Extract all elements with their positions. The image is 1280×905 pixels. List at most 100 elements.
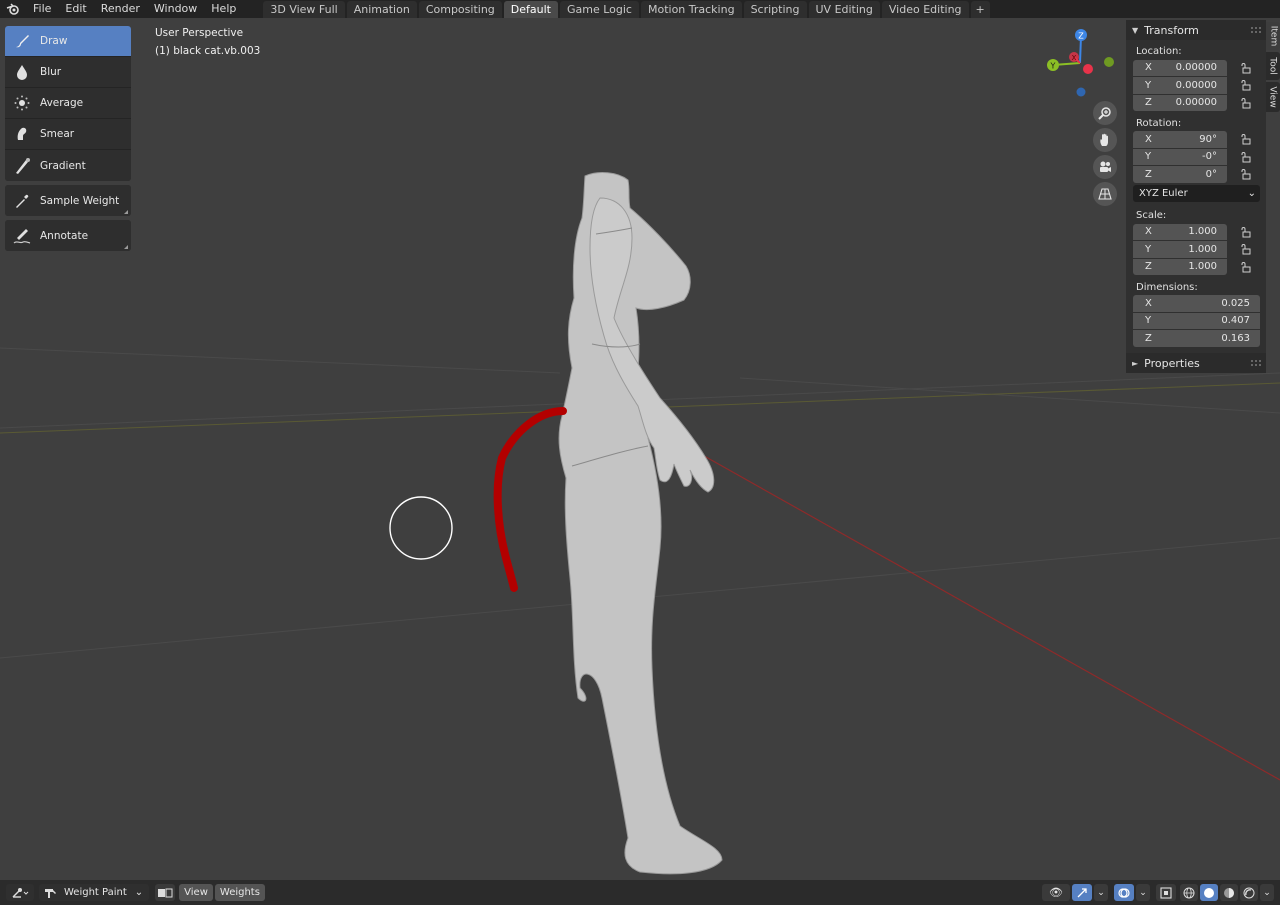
axis-label: Z bbox=[1145, 332, 1152, 344]
unlock-icon[interactable] bbox=[1239, 167, 1253, 181]
drag-grip-icon[interactable] bbox=[1251, 360, 1261, 366]
gizmo-options-dropdown[interactable]: ⌄ bbox=[1094, 884, 1108, 901]
view-menu[interactable]: View bbox=[179, 884, 213, 901]
tab-default[interactable]: Default bbox=[503, 1, 558, 18]
tool-gradient[interactable]: Gradient bbox=[5, 150, 131, 181]
scale-x-field[interactable]: X 1.000 bbox=[1133, 223, 1227, 240]
tool-annotate[interactable]: Annotate bbox=[5, 220, 131, 251]
perspective-toggle-button[interactable] bbox=[1093, 182, 1117, 206]
tab-animation[interactable]: Animation bbox=[346, 1, 417, 18]
location-z-field[interactable]: Z 0.00000 bbox=[1133, 94, 1227, 111]
field-value: 0.407 bbox=[1221, 315, 1250, 327]
dimensions-z-field[interactable]: Z 0.163 bbox=[1133, 330, 1260, 347]
xray-icon bbox=[1160, 886, 1172, 899]
tab-scripting[interactable]: Scripting bbox=[743, 1, 807, 18]
tab-game-logic[interactable]: Game Logic bbox=[559, 1, 639, 18]
mode-label: Weight Paint bbox=[64, 887, 127, 898]
xray-toggle[interactable] bbox=[1156, 884, 1176, 901]
3d-viewport[interactable]: User Perspective (1) black cat.vb.003 Dr… bbox=[0, 18, 1280, 880]
shading-rendered-button[interactable] bbox=[1240, 884, 1258, 901]
gizmo-neg-x[interactable] bbox=[1083, 64, 1093, 74]
location-x-row: X 0.00000 bbox=[1133, 59, 1266, 77]
shading-material-button[interactable] bbox=[1220, 884, 1238, 901]
tool-average[interactable]: Average bbox=[5, 88, 131, 119]
annotate-pen-icon bbox=[13, 227, 31, 245]
transform-panel-header[interactable]: ▼ Transform bbox=[1126, 20, 1266, 40]
shading-options-dropdown[interactable]: ⌄ bbox=[1260, 884, 1274, 901]
tab-item[interactable]: Item bbox=[1266, 22, 1280, 50]
menu-window[interactable]: Window bbox=[147, 0, 204, 18]
gizmo-neg-z[interactable] bbox=[1076, 87, 1086, 97]
axis-label: X bbox=[1145, 62, 1152, 74]
tab-3d-view-full[interactable]: 3D View Full bbox=[263, 1, 345, 18]
add-workspace-button[interactable]: + bbox=[970, 1, 990, 18]
scale-y-field[interactable]: Y 1.000 bbox=[1133, 241, 1227, 258]
gizmo-neg-y[interactable] bbox=[1104, 57, 1114, 67]
gizmo-toggle[interactable] bbox=[1072, 884, 1092, 901]
paint-tools-group: Draw Blur Average Smear Gradient bbox=[5, 26, 131, 181]
tab-video-editing[interactable]: Video Editing bbox=[881, 1, 969, 18]
pan-button[interactable] bbox=[1093, 128, 1117, 152]
tail-mesh[interactable] bbox=[493, 407, 567, 592]
axis-label: Y bbox=[1145, 79, 1152, 91]
mesh-figure[interactable] bbox=[558, 172, 723, 875]
unlock-icon[interactable] bbox=[1239, 150, 1253, 164]
unlock-icon[interactable] bbox=[1239, 96, 1253, 110]
tool-smear[interactable]: Smear bbox=[5, 119, 131, 150]
dimensions-x-field[interactable]: X 0.025 bbox=[1133, 295, 1260, 312]
rotation-x-field[interactable]: X 90° bbox=[1133, 131, 1227, 148]
unlock-icon[interactable] bbox=[1239, 61, 1253, 75]
face-mask-toggle[interactable] bbox=[155, 884, 176, 901]
location-y-field[interactable]: Y 0.00000 bbox=[1133, 77, 1227, 94]
tab-motion-tracking[interactable]: Motion Tracking bbox=[640, 1, 742, 18]
eye-icon: 👁 bbox=[1049, 886, 1063, 899]
unlock-icon[interactable] bbox=[1239, 78, 1253, 92]
tab-compositing[interactable]: Compositing bbox=[418, 1, 502, 18]
viewport-header: Weight Paint ⌄ View Weights 👁 ⌄ ⌄ ⌄ bbox=[0, 880, 1280, 905]
overlays-options-dropdown[interactable]: ⌄ bbox=[1136, 884, 1150, 901]
unlock-icon[interactable] bbox=[1239, 132, 1253, 146]
rotation-z-field[interactable]: Z 0° bbox=[1133, 166, 1227, 183]
eyedropper-icon bbox=[13, 192, 31, 210]
weights-menu[interactable]: Weights bbox=[214, 884, 265, 901]
tool-shelf: Draw Blur Average Smear Gradient Sample … bbox=[5, 26, 131, 255]
navigation-gizmo[interactable]: Z Y X bbox=[1040, 26, 1120, 106]
zoom-button[interactable] bbox=[1093, 101, 1117, 125]
tool-smear-label: Smear bbox=[40, 128, 75, 140]
overlays-icon bbox=[1118, 887, 1130, 898]
tool-blur[interactable]: Blur bbox=[5, 57, 131, 88]
drag-grip-icon[interactable] bbox=[1251, 27, 1261, 33]
dimensions-label: Dimensions: bbox=[1136, 281, 1198, 293]
tab-view[interactable]: View bbox=[1266, 82, 1280, 112]
scene-canvas[interactable] bbox=[0, 18, 1280, 880]
menu-file[interactable]: File bbox=[26, 0, 58, 18]
unlock-icon[interactable] bbox=[1239, 242, 1253, 256]
chevron-down-icon: ⌄ bbox=[1097, 887, 1105, 898]
menu-render[interactable]: Render bbox=[94, 0, 147, 18]
menu-edit[interactable]: Edit bbox=[58, 0, 93, 18]
menu-help[interactable]: Help bbox=[204, 0, 243, 18]
tool-sample-weight[interactable]: Sample Weight bbox=[5, 185, 131, 216]
shading-wireframe-button[interactable] bbox=[1180, 884, 1198, 901]
dimensions-y-field[interactable]: Y 0.407 bbox=[1133, 312, 1260, 329]
top-bar: File Edit Render Window Help 3D View Ful… bbox=[0, 0, 1280, 18]
unlock-icon[interactable] bbox=[1239, 260, 1253, 274]
visibility-dropdown[interactable]: 👁 bbox=[1042, 884, 1070, 901]
unlock-icon[interactable] bbox=[1239, 225, 1253, 239]
shading-solid-button[interactable] bbox=[1200, 884, 1218, 901]
tool-draw-label: Draw bbox=[40, 35, 68, 47]
editor-type-button[interactable] bbox=[6, 884, 34, 901]
tool-draw[interactable]: Draw bbox=[5, 26, 131, 57]
scale-z-field[interactable]: Z 1.000 bbox=[1133, 258, 1227, 275]
location-x-field[interactable]: X 0.00000 bbox=[1133, 59, 1227, 76]
blender-logo-icon[interactable] bbox=[0, 0, 26, 18]
mode-dropdown[interactable]: Weight Paint ⌄ bbox=[39, 884, 150, 901]
tab-tool[interactable]: Tool bbox=[1266, 52, 1280, 80]
rotation-y-field[interactable]: Y -0° bbox=[1133, 148, 1227, 165]
rotation-mode-dropdown[interactable]: XYZ Euler ⌄ bbox=[1133, 185, 1260, 202]
scale-y-row: Y 1.000 bbox=[1133, 241, 1266, 259]
tab-uv-editing[interactable]: UV Editing bbox=[808, 1, 880, 18]
camera-view-button[interactable] bbox=[1093, 155, 1117, 179]
overlays-toggle[interactable] bbox=[1114, 884, 1134, 901]
properties-panel-header[interactable]: ► Properties bbox=[1126, 353, 1266, 373]
